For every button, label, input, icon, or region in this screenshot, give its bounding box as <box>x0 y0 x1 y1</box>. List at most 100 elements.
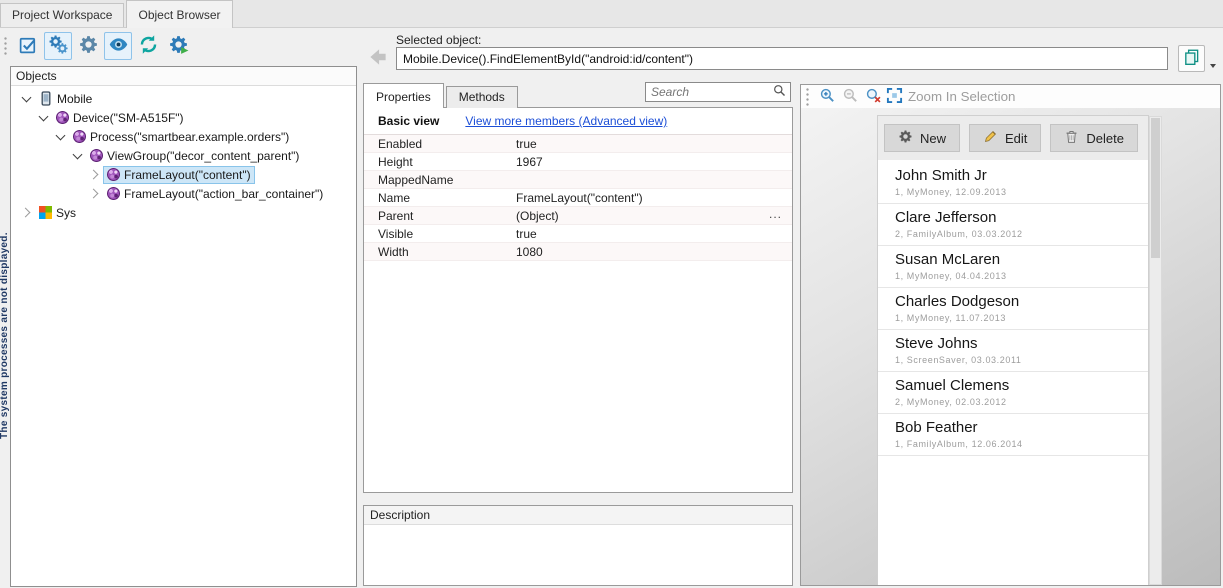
object-node-icon <box>56 111 69 124</box>
edit-button[interactable]: Edit <box>969 124 1041 152</box>
zoom-in-button[interactable] <box>817 87 837 107</box>
property-row[interactable]: Visible true <box>364 225 792 243</box>
contact-item[interactable]: Clare Jefferson 2, FamilyAlbum, 03.03.20… <box>878 204 1148 246</box>
search-icon <box>773 84 790 100</box>
description-title: Description <box>364 506 792 525</box>
expander-icon[interactable] <box>21 207 32 218</box>
property-row[interactable]: Enabled true <box>364 135 792 153</box>
selected-tree-item[interactable]: FrameLayout("content") <box>103 166 255 184</box>
objects-tree: Mobile Device("SM-A515F") Process("smart… <box>11 86 356 222</box>
tree-item-label: Sys <box>56 206 76 220</box>
contact-item[interactable]: John Smith Jr 1, MyMoney, 12.09.2013 <box>878 162 1148 204</box>
property-name: Visible <box>364 227 516 241</box>
show-object-button[interactable] <box>104 32 132 60</box>
copy-button[interactable] <box>1178 45 1205 72</box>
property-row[interactable]: MappedName <box>364 171 792 189</box>
tree-item-label: Process("smartbear.example.orders") <box>90 130 289 144</box>
object-node-icon <box>73 130 86 143</box>
description-panel: Description <box>363 505 793 586</box>
zoom-in-selection-label: Zoom In Selection <box>908 89 1015 104</box>
zoom-in-selection-button[interactable]: Zoom In Selection <box>886 87 1015 107</box>
contact-item[interactable]: Bob Feather 1, FamilyAlbum, 12.06.2014 <box>878 414 1148 456</box>
expander-icon[interactable] <box>72 150 83 161</box>
property-name: Enabled <box>364 137 516 151</box>
gear-run-icon <box>168 34 189 58</box>
expander-icon[interactable] <box>38 112 49 123</box>
property-value: FrameLayout("content") <box>516 191 643 205</box>
property-name: Width <box>364 245 516 259</box>
zoom-out-button[interactable] <box>840 87 860 107</box>
expander-icon[interactable] <box>89 188 100 199</box>
expander-icon[interactable] <box>55 131 66 142</box>
zoom-cancel-button[interactable] <box>863 87 883 107</box>
advanced-view-link[interactable]: View more members (Advanced view) <box>465 114 667 128</box>
device-screen-preview[interactable]: New Edit Delete John Smith Jr <box>878 116 1148 585</box>
contact-details: 2, MyMoney, 02.03.2012 <box>895 397 1131 407</box>
tree-item-label: ViewGroup("decor_content_parent") <box>107 149 299 163</box>
search-input[interactable] <box>646 85 773 99</box>
properties-grid: Basic view View more members (Advanced v… <box>363 107 793 493</box>
expander-icon[interactable] <box>89 169 100 180</box>
contact-name: Susan McLaren <box>895 251 1131 268</box>
property-value: 1080 <box>516 245 543 259</box>
copy-icon <box>1183 48 1201 69</box>
contact-item[interactable]: Susan McLaren 1, MyMoney, 04.04.2013 <box>878 246 1148 288</box>
screen-preview-area: New Edit Delete John Smith Jr <box>801 108 1220 585</box>
delete-button-label: Delete <box>1086 131 1124 146</box>
tree-item-label: FrameLayout("content") <box>124 168 251 182</box>
toolbar-grip[interactable] <box>805 87 810 107</box>
property-name: MappedName <box>364 173 516 187</box>
tree-item-framelayout-content[interactable]: FrameLayout("content") <box>11 165 356 184</box>
contact-name: John Smith Jr <box>895 167 1131 184</box>
property-value: (Object) <box>516 209 559 223</box>
contact-details: 1, FamilyAlbum, 12.06.2014 <box>895 439 1131 449</box>
dropdown-arrow-icon <box>1210 64 1216 68</box>
property-name: Height <box>364 155 516 169</box>
toolbar-grip[interactable] <box>3 36 8 56</box>
property-row[interactable]: Width 1080 <box>364 243 792 261</box>
property-value: true <box>516 227 537 241</box>
property-row[interactable]: Name FrameLayout("content") <box>364 189 792 207</box>
property-name: Parent <box>364 209 516 223</box>
map-object-button[interactable] <box>164 32 192 60</box>
preview-scrollbar[interactable] <box>1149 116 1162 585</box>
contact-item[interactable]: Steve Johns 1, ScreenSaver, 03.03.2011 <box>878 330 1148 372</box>
tab-object-browser[interactable]: Object Browser <box>126 0 232 28</box>
contact-item[interactable]: Samuel Clemens 2, MyMoney, 02.03.2012 <box>878 372 1148 414</box>
contact-item[interactable]: Charles Dodgeson 1, MyMoney, 11.07.2013 <box>878 288 1148 330</box>
object-node-icon <box>90 149 103 162</box>
refresh-button[interactable] <box>134 32 162 60</box>
property-row[interactable]: Height 1967 <box>364 153 792 171</box>
copy-dropdown-button[interactable] <box>1206 45 1220 72</box>
properties-tabbar: Properties Methods <box>363 83 520 108</box>
windows-sys-icon <box>39 206 52 219</box>
tree-item-label: Mobile <box>57 92 92 106</box>
preview-action-bar: New Edit Delete <box>878 116 1148 160</box>
tab-methods[interactable]: Methods <box>446 86 518 108</box>
new-button[interactable]: New <box>884 124 960 152</box>
ellipsis-button[interactable]: ... <box>769 207 782 221</box>
expander-icon[interactable] <box>21 93 32 104</box>
settings-gear-button[interactable] <box>74 32 102 60</box>
property-value: true <box>516 137 537 151</box>
contact-details: 1, MyMoney, 11.07.2013 <box>895 313 1131 323</box>
gear-icon <box>898 129 913 147</box>
tree-item-sys[interactable]: Sys <box>11 203 356 222</box>
checklist-icon <box>18 34 39 58</box>
tree-item-process[interactable]: Process("smartbear.example.orders") <box>11 127 356 146</box>
tree-item-device[interactable]: Device("SM-A515F") <box>11 108 356 127</box>
tab-properties[interactable]: Properties <box>363 83 444 108</box>
back-button[interactable] <box>365 45 391 71</box>
tree-item-framelayout-action-bar[interactable]: FrameLayout("action_bar_container") <box>11 184 356 203</box>
tab-project-workspace[interactable]: Project Workspace <box>0 3 124 27</box>
object-browser-toolbar <box>2 31 192 61</box>
tree-item-viewgroup[interactable]: ViewGroup("decor_content_parent") <box>11 146 356 165</box>
selected-object-input[interactable] <box>396 47 1168 70</box>
scrollbar-thumb[interactable] <box>1151 118 1160 258</box>
contact-details: 1, MyMoney, 12.09.2013 <box>895 187 1131 197</box>
highlight-object-button[interactable] <box>14 32 42 60</box>
object-spy-button[interactable] <box>44 32 72 60</box>
tree-item-mobile[interactable]: Mobile <box>11 89 356 108</box>
property-row[interactable]: Parent (Object) ... <box>364 207 792 225</box>
delete-button[interactable]: Delete <box>1050 124 1138 152</box>
